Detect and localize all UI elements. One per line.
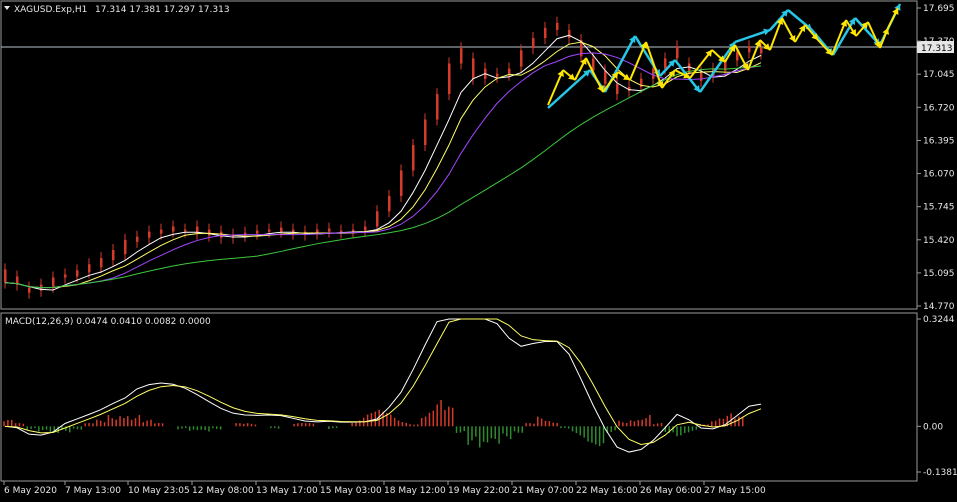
candle-body xyxy=(448,63,451,95)
dropdown-triangle-icon[interactable] xyxy=(4,6,10,10)
price-tick-label: 17.695 xyxy=(923,4,955,14)
candle-body xyxy=(676,46,679,59)
candle-body xyxy=(160,229,163,234)
candle-body xyxy=(100,258,103,268)
ohlc-header: 17.314 17.381 17.297 17.313 xyxy=(95,5,230,15)
macd-tick-label: -0.1381 xyxy=(923,468,957,478)
macd-tick-label: 0.00 xyxy=(923,422,943,432)
price-tick-label: 17.370 xyxy=(923,37,955,47)
chart-canvas[interactable]: XAGUSD.Exp,H1 17.314 17.381 17.297 17.31… xyxy=(0,0,957,498)
candle-body xyxy=(508,68,511,75)
time-label: 26 May 06:00 xyxy=(640,486,702,496)
price-tick-label: 17.045 xyxy=(923,70,955,80)
moving-average-line xyxy=(4,41,762,289)
moving-average-line xyxy=(4,65,762,289)
candle-body xyxy=(760,47,763,54)
yellow-arrow xyxy=(629,41,647,81)
time-label: 27 May 15:00 xyxy=(704,486,766,496)
symbol-header: XAGUSD.Exp,H1 xyxy=(14,5,87,15)
candle-body xyxy=(76,270,79,277)
price-tick-label: 14.770 xyxy=(923,302,955,312)
candle-body xyxy=(148,231,151,238)
candle-body xyxy=(328,228,331,232)
candle-body xyxy=(556,22,559,30)
candle-body xyxy=(736,52,739,61)
macd-main-line xyxy=(4,318,762,453)
candle-body xyxy=(616,83,619,95)
time-label: 12 May 08:00 xyxy=(192,486,254,496)
candle-body xyxy=(460,48,463,64)
candle-body xyxy=(136,236,139,242)
time-label: 21 May 07:00 xyxy=(512,486,574,496)
moving-averages xyxy=(4,34,762,291)
candle-body xyxy=(472,58,475,79)
price-tick-label: 16.070 xyxy=(923,170,955,180)
macd-label: MACD(12,26,9) 0.0474 0.0410 0.0082 0.000… xyxy=(5,317,211,327)
cyan-arrow xyxy=(698,41,737,93)
candle-body xyxy=(424,119,427,146)
forecast-arrows xyxy=(547,3,902,109)
candle-body xyxy=(4,269,7,283)
time-label: 19 May 22:00 xyxy=(448,486,510,496)
candle-body xyxy=(124,239,127,255)
candle-body xyxy=(52,277,55,287)
candle-body xyxy=(352,229,355,232)
candle-body xyxy=(412,145,415,171)
candle-body xyxy=(400,170,403,196)
candle-body xyxy=(604,70,607,84)
candle-body xyxy=(748,46,751,53)
price-tick-label: 15.745 xyxy=(923,203,955,213)
candle-body xyxy=(496,73,499,77)
candle-body xyxy=(184,229,187,232)
mt-chart-window[interactable]: XAGUSD.Exp,H1 17.314 17.381 17.297 17.31… xyxy=(0,0,957,498)
price-tick-label: 15.420 xyxy=(923,236,955,246)
candle-body xyxy=(436,94,439,120)
candle-body xyxy=(268,229,271,232)
candle-body xyxy=(172,226,175,232)
candle-body xyxy=(388,195,391,212)
price-tick-label: 16.720 xyxy=(923,103,955,113)
candle-body xyxy=(700,72,703,81)
candle-body xyxy=(28,287,31,293)
time-label: 15 May 03:00 xyxy=(320,486,382,496)
candle-body xyxy=(208,229,211,236)
candle-body xyxy=(688,63,691,74)
price-tick-label: 16.395 xyxy=(923,136,955,146)
candle-body xyxy=(364,226,367,231)
time-label: 18 May 12:00 xyxy=(384,486,446,496)
time-label: 7 May 13:00 xyxy=(65,486,121,496)
candle-body xyxy=(532,38,535,49)
time-label: 22 May 16:00 xyxy=(576,486,638,496)
time-label: 6 May 2020 xyxy=(4,486,57,496)
time-label: 10 May 23:05 xyxy=(128,486,190,496)
candle-body xyxy=(568,29,571,39)
candle-body xyxy=(112,249,115,261)
macd-pane-frame xyxy=(0,312,918,482)
candle-body xyxy=(280,227,283,232)
price-tick-label: 15.095 xyxy=(923,269,955,279)
candle-body xyxy=(256,230,259,234)
candle-body xyxy=(544,27,547,39)
candle-body xyxy=(244,232,247,236)
macd-tick-label: 0.3244 xyxy=(923,315,955,325)
candle-body xyxy=(88,264,91,273)
moving-average-line xyxy=(4,34,762,291)
macd-lines xyxy=(4,318,762,453)
candle-body xyxy=(664,58,667,69)
candle-body xyxy=(376,211,379,227)
candle-body xyxy=(652,68,655,79)
candle-body xyxy=(64,274,67,278)
time-axis: 6 May 2020 7 May 13:00 10 May 23:05 12 May … xyxy=(3,481,766,496)
candle-body xyxy=(520,50,523,67)
yellow-arrow xyxy=(645,41,663,89)
time-label: 13 May 17:00 xyxy=(256,486,318,496)
macd-scale: 0.3244 0.00 -0.1381 xyxy=(917,315,957,478)
